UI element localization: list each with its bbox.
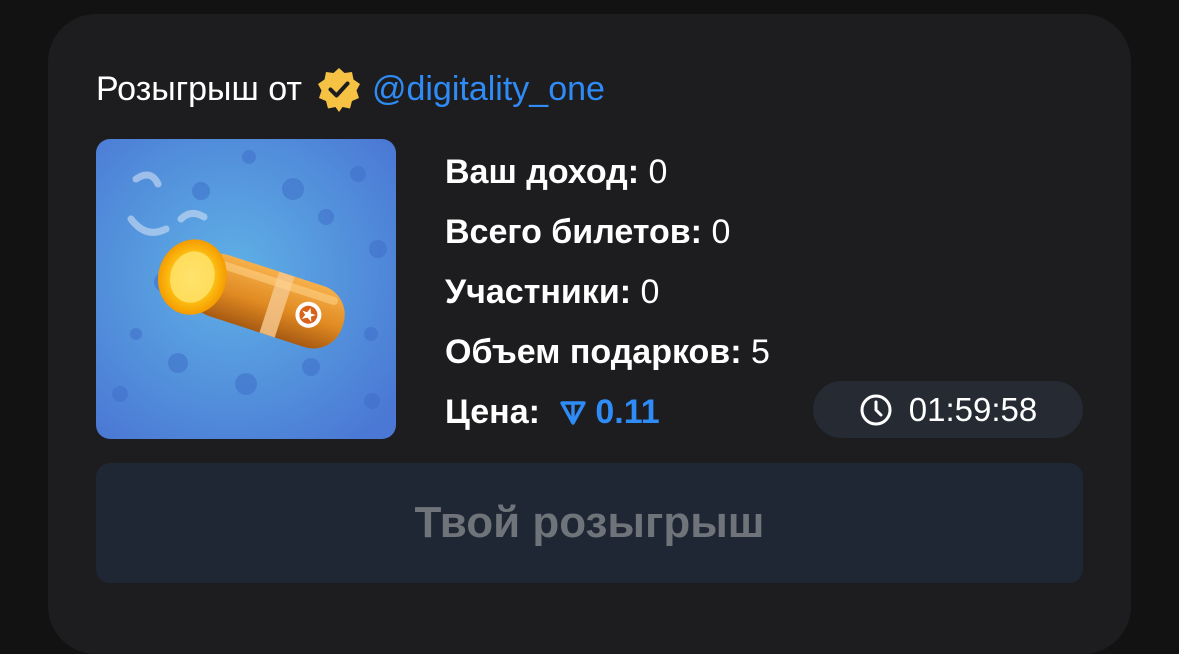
participants-value: 0 xyxy=(640,273,660,311)
header-prefix: Розыгрыш от xyxy=(96,69,302,108)
tickets-value: 0 xyxy=(711,213,731,251)
giveaway-card: Розыгрыш от @digitality_one Ваш доход: 0… xyxy=(48,14,1131,654)
participants-row: Участники: 0 xyxy=(445,270,770,330)
income-value: 0 xyxy=(648,153,668,191)
channel-handle-link[interactable]: @digitality_one xyxy=(372,70,605,109)
gift-image xyxy=(96,139,396,439)
gifts-volume-row: Объем подарков: 5 xyxy=(445,330,770,390)
price-value: 0.11 xyxy=(595,393,660,431)
timer-value: 01:59:58 xyxy=(908,390,1038,428)
gifts-volume-label: Объем подарков: xyxy=(445,333,742,371)
income-label: Ваш доход: xyxy=(445,153,640,191)
participants-label: Участники: xyxy=(445,273,632,311)
tickets-label: Всего билетов: xyxy=(445,213,703,251)
clock-icon xyxy=(859,393,893,427)
ton-icon xyxy=(559,393,587,425)
price-row: Цена: 0.11 xyxy=(445,390,770,450)
giveaway-stats: Ваш доход: 0 Всего билетов: 0 Участники:… xyxy=(445,150,770,450)
giveaway-header: Розыгрыш от @digitality_one xyxy=(96,66,605,112)
income-row: Ваш доход: 0 xyxy=(445,150,770,210)
gifts-volume-value: 5 xyxy=(750,333,770,371)
verified-badge-icon xyxy=(316,66,362,112)
tickets-row: Всего билетов: 0 xyxy=(445,210,770,270)
your-giveaway-button[interactable]: Твой розыгрыш xyxy=(96,463,1083,583)
price-label: Цена: xyxy=(445,393,540,431)
countdown-timer: 01:59:58 xyxy=(813,381,1083,438)
